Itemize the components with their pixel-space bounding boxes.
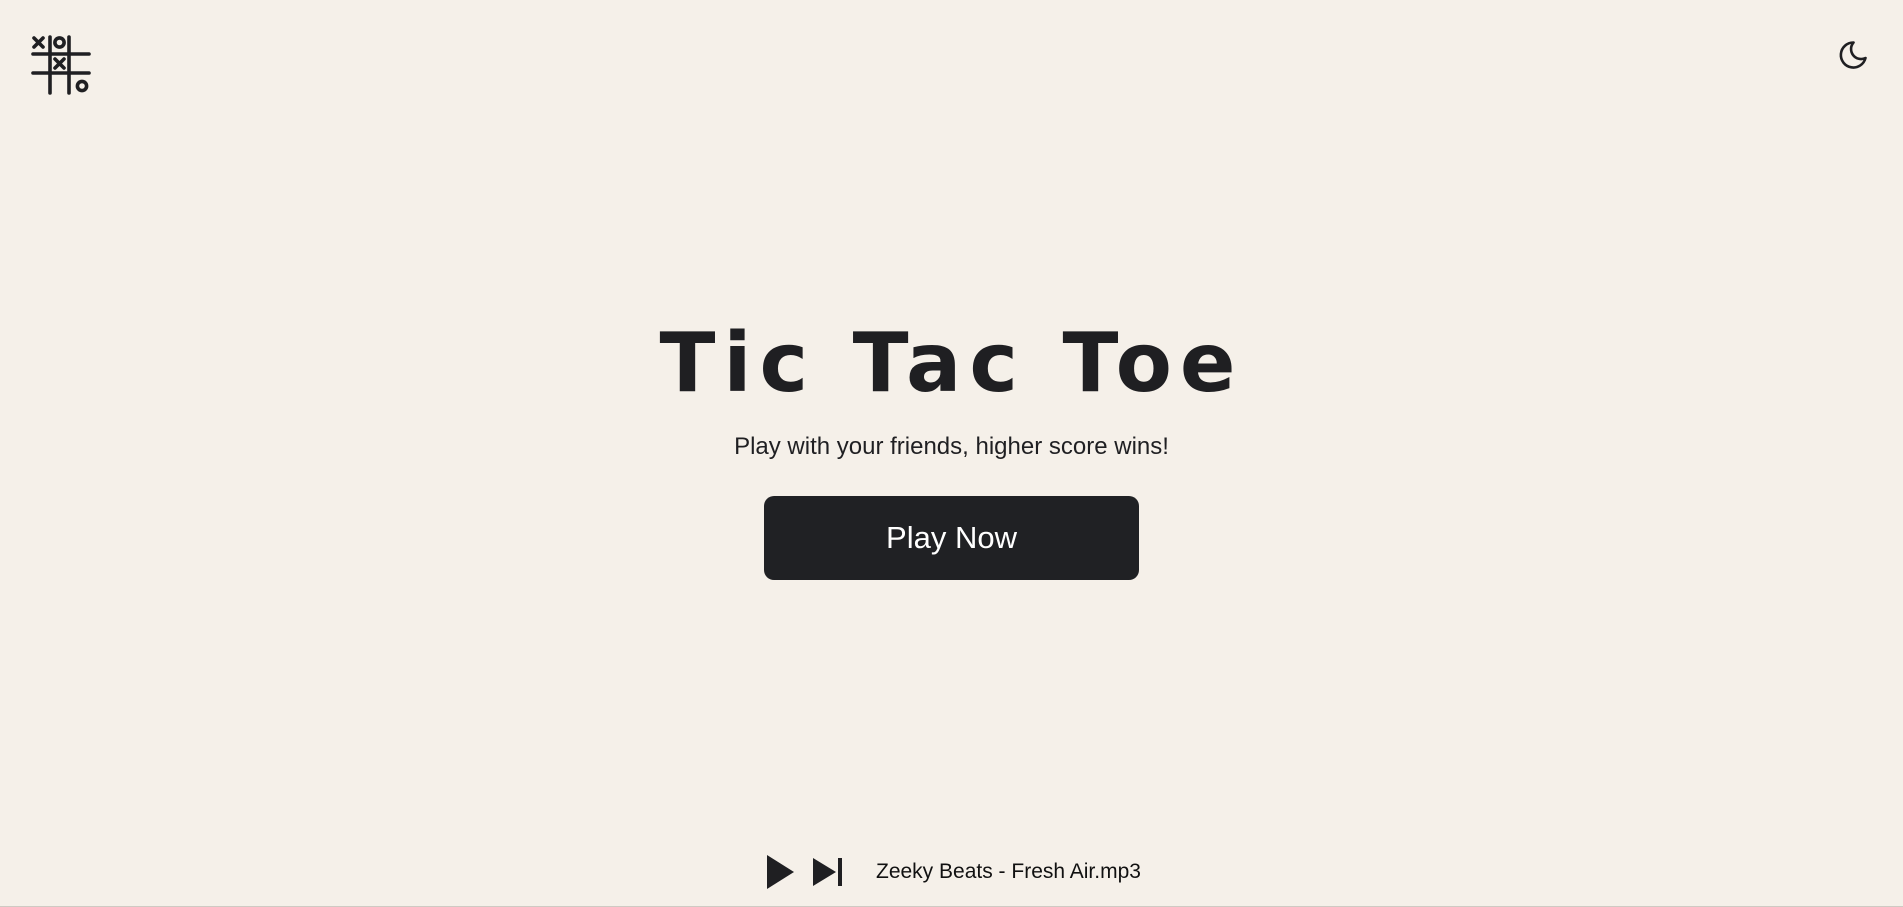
moon-icon: [1839, 41, 1867, 69]
play-now-button[interactable]: Play Now: [764, 496, 1139, 580]
music-play-button[interactable]: [762, 850, 798, 894]
skip-next-icon: [813, 858, 842, 886]
play-icon: [767, 855, 794, 889]
hero-section: Tic Tac Toe Play with your friends, high…: [0, 318, 1903, 580]
tic-tac-toe-logo-icon[interactable]: [30, 34, 92, 96]
music-player: Zeeky Beats - Fresh Air.mp3: [762, 850, 1141, 894]
track-title: Zeeky Beats - Fresh Air.mp3: [876, 860, 1141, 883]
theme-toggle-button[interactable]: [1833, 35, 1873, 75]
page-subtitle: Play with your friends, higher score win…: [734, 433, 1169, 460]
page: Tic Tac Toe Play with your friends, high…: [0, 0, 1903, 907]
page-title: Tic Tac Toe: [659, 316, 1244, 411]
music-next-button[interactable]: [810, 850, 846, 894]
